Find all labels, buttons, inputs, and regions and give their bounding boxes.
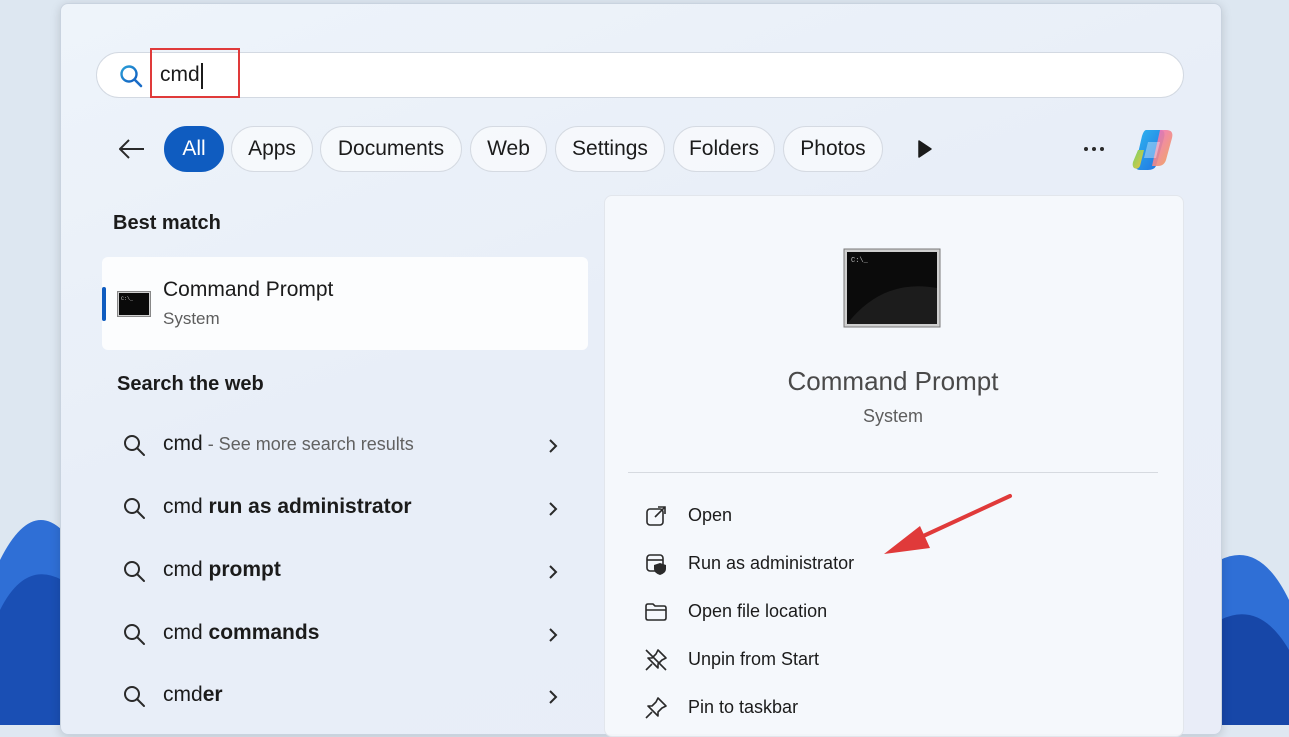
- best-match-subtitle: System: [163, 309, 220, 328]
- best-match-name: Command Prompt: [163, 278, 334, 301]
- filter-all[interactable]: All: [164, 126, 224, 172]
- best-match-heading: Best match: [113, 212, 221, 234]
- scroll-filters-right-icon[interactable]: [914, 138, 934, 160]
- open-external-icon: [646, 506, 666, 526]
- command-prompt-app-icon: C:\_: [117, 291, 151, 317]
- detail-app-name: Command Prompt: [787, 366, 999, 396]
- filter-photos[interactable]: Photos: [783, 126, 883, 172]
- filter-documents[interactable]: Documents: [320, 126, 462, 172]
- web-result-row[interactable]: cmd commands: [110, 610, 580, 660]
- search-web-heading: Search the web: [117, 373, 264, 395]
- action-label: Pin to taskbar: [688, 697, 799, 717]
- web-result-row[interactable]: cmd prompt: [110, 547, 580, 597]
- chevron-right-icon: [549, 690, 558, 704]
- command-prompt-large-icon: C:\_: [843, 248, 941, 328]
- search-icon: [124, 686, 145, 707]
- web-result-query: cmd: [163, 495, 209, 518]
- filter-settings[interactable]: Settings: [555, 126, 665, 172]
- search-icon: [124, 624, 145, 645]
- web-result-query: cmd: [163, 558, 209, 581]
- folder-icon: [645, 603, 667, 621]
- action-label: Unpin from Start: [688, 649, 820, 669]
- chevron-right-icon: [549, 502, 558, 516]
- web-result-query: cmd: [163, 432, 203, 455]
- web-result-query: cmd: [163, 621, 209, 644]
- action-unpin-from-start[interactable]: Unpin from Start: [636, 640, 1136, 680]
- search-icon: [124, 498, 145, 519]
- unpin-icon: [645, 649, 667, 671]
- web-result-completion: commands: [208, 621, 320, 644]
- best-match-item[interactable]: [102, 257, 588, 350]
- svg-text:C:\_: C:\_: [851, 257, 869, 265]
- annotation-arrow: [884, 494, 1012, 554]
- divider: [628, 472, 1158, 473]
- selection-indicator: [102, 287, 106, 321]
- chevron-right-icon: [549, 439, 558, 453]
- chevron-right-icon: [549, 628, 558, 642]
- copilot-icon[interactable]: [1130, 126, 1176, 172]
- search-input[interactable]: [160, 61, 760, 89]
- web-result-row[interactable]: cmd - See more search results: [110, 421, 580, 471]
- detail-app-subtitle: System: [862, 406, 923, 426]
- back-arrow-icon[interactable]: [116, 134, 146, 164]
- filter-web[interactable]: Web: [470, 126, 547, 172]
- annotation-highlight-box: [150, 48, 240, 98]
- web-result-row[interactable]: cmder: [110, 672, 580, 722]
- shield-admin-icon: [646, 554, 666, 575]
- search-icon: [120, 65, 143, 88]
- action-label: Open: [688, 505, 733, 525]
- more-options-icon[interactable]: [1080, 140, 1108, 158]
- web-result-completion: er: [202, 683, 223, 706]
- filter-apps[interactable]: Apps: [231, 126, 313, 172]
- pin-icon: [645, 697, 667, 719]
- web-result-query: cmd: [163, 683, 203, 706]
- svg-text:C:\_: C:\_: [121, 296, 134, 302]
- web-result-completion: run as administrator: [208, 495, 412, 518]
- action-open-file-location[interactable]: Open file location: [636, 592, 1136, 632]
- search-icon: [124, 435, 145, 456]
- search-icon: [124, 561, 145, 582]
- action-label: Run as administrator: [688, 553, 855, 573]
- action-pin-to-taskbar[interactable]: Pin to taskbar: [636, 688, 1136, 728]
- action-label: Open file location: [688, 601, 828, 621]
- web-result-hint: - See more search results: [202, 434, 414, 454]
- filter-folders[interactable]: Folders: [673, 126, 775, 172]
- web-result-row[interactable]: cmd run as administrator: [110, 484, 580, 534]
- web-result-completion: prompt: [208, 558, 281, 581]
- chevron-right-icon: [549, 565, 558, 579]
